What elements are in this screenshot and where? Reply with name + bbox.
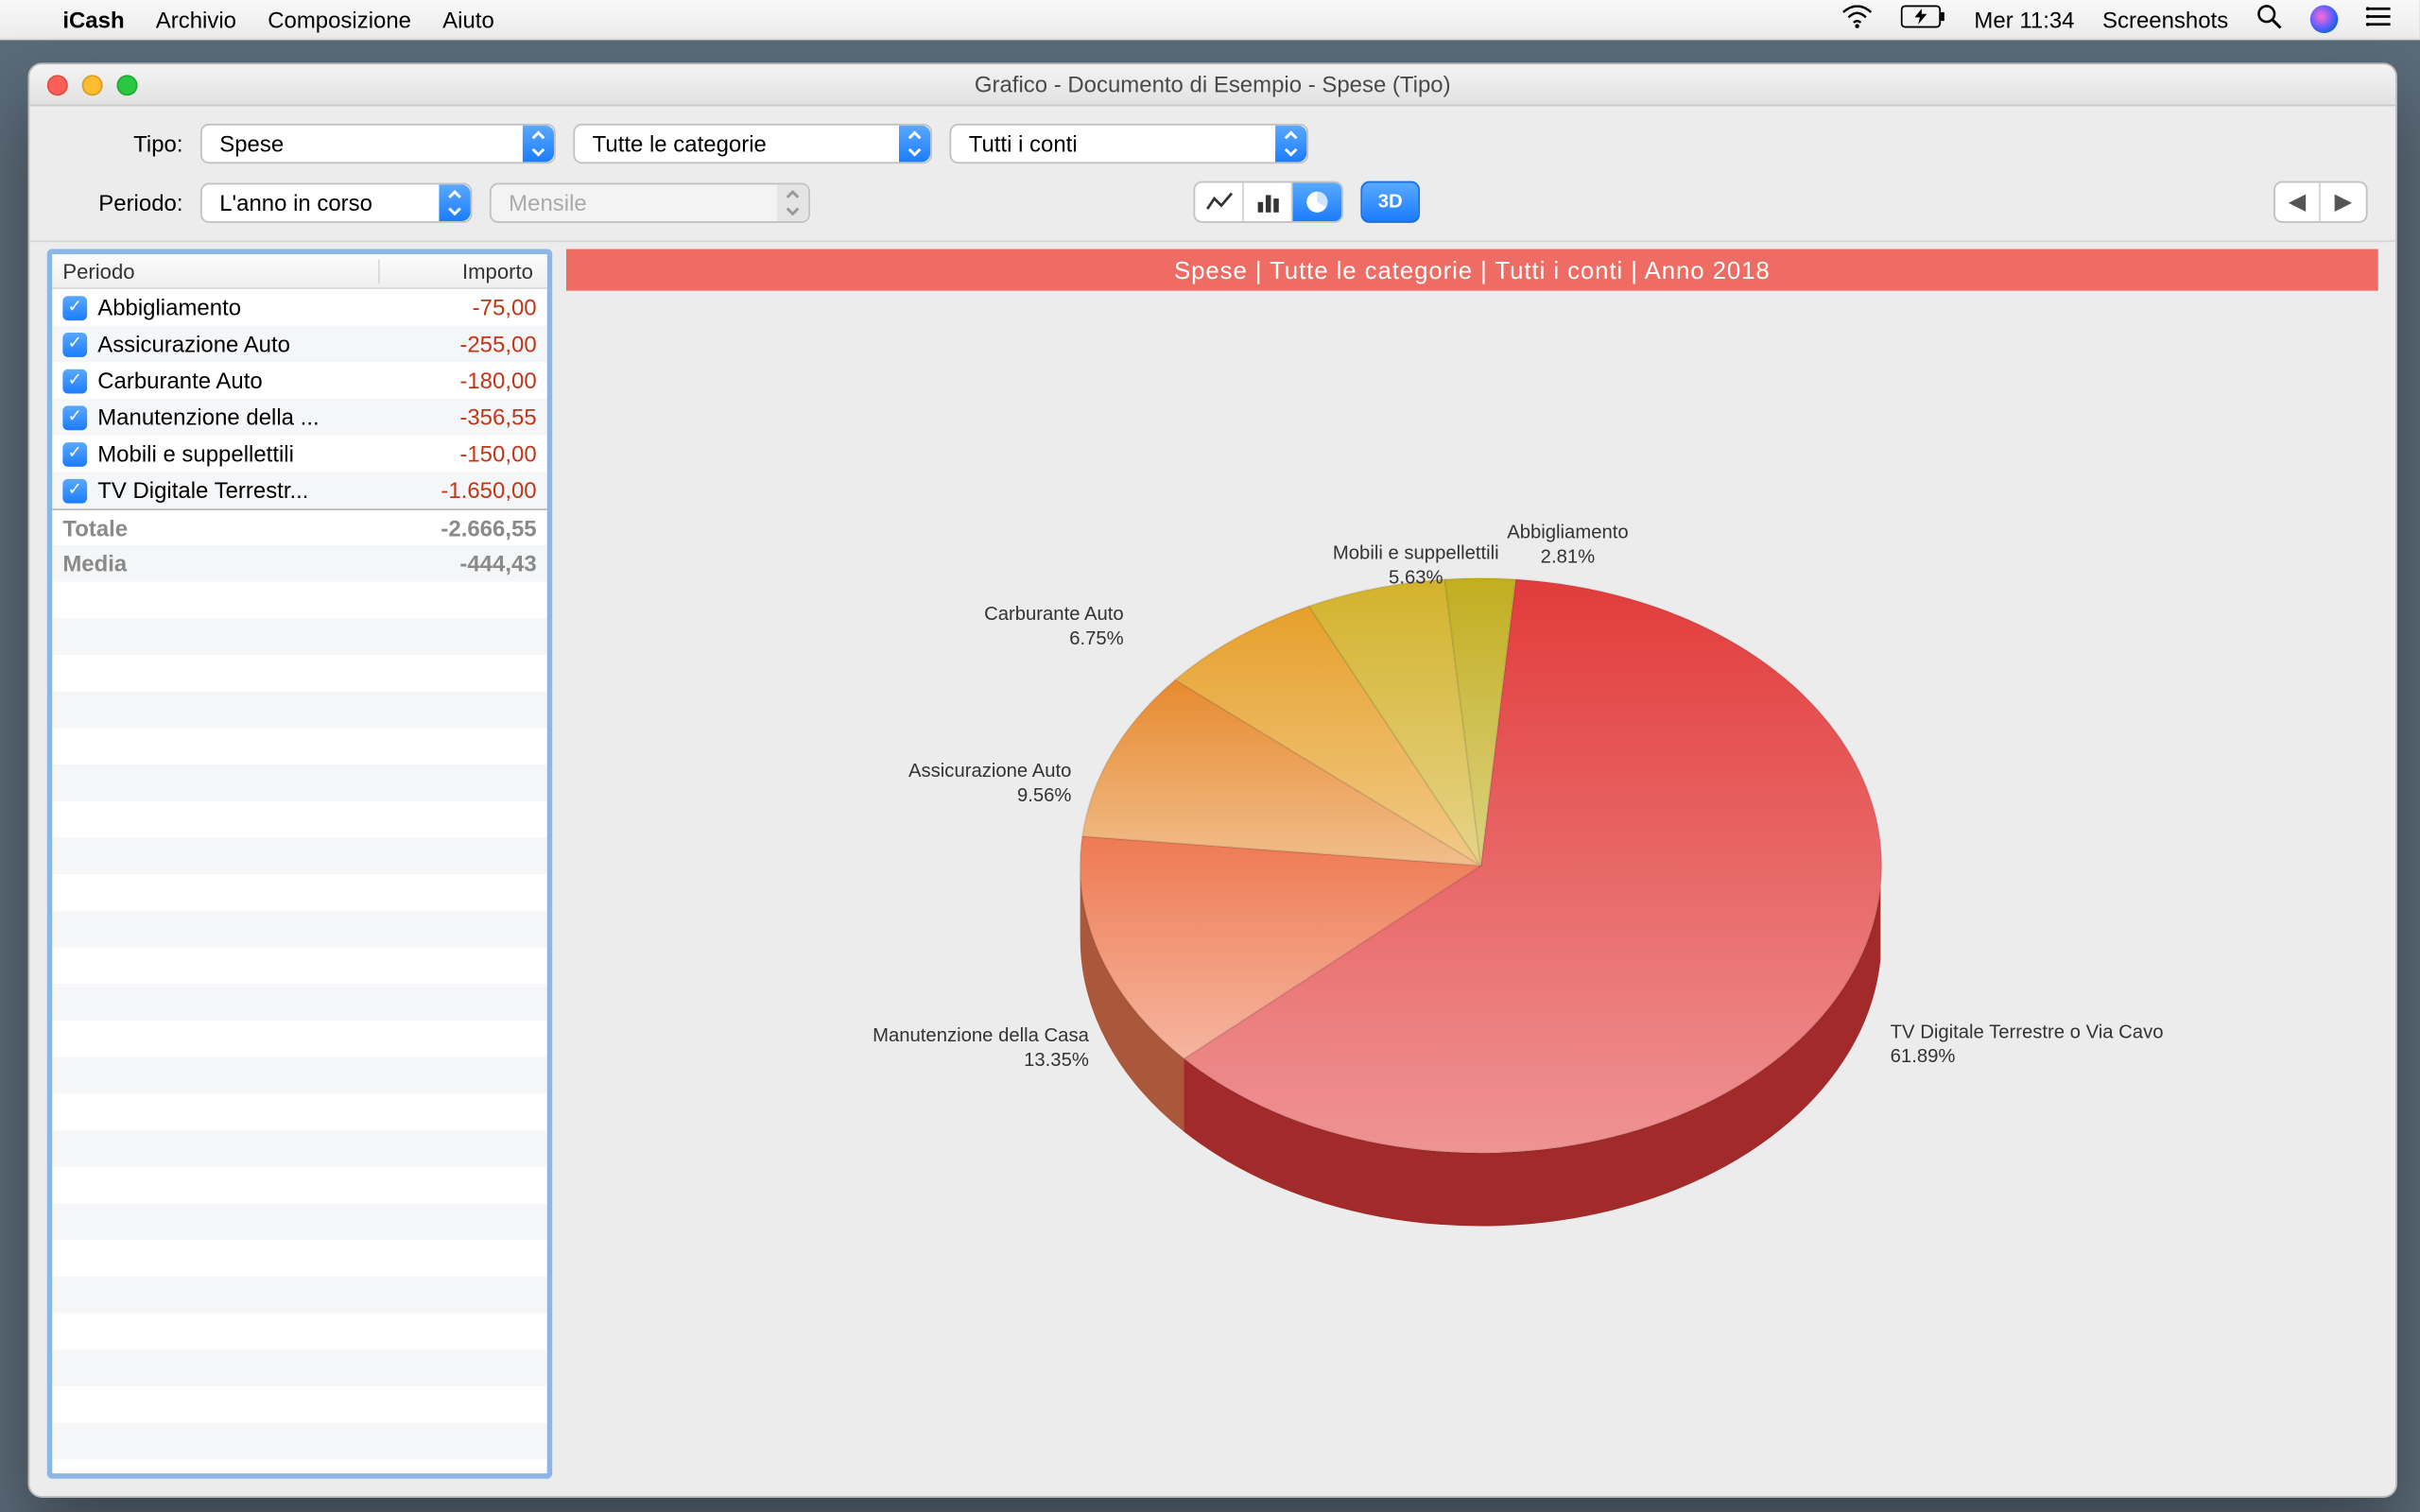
pie-label: Abbigliamento2.81% — [1507, 523, 1628, 571]
menu-archivio[interactable]: Archivio — [156, 6, 236, 32]
col-amount[interactable]: Importo — [380, 259, 547, 284]
toggle-3d-button[interactable]: 3D — [1360, 181, 1420, 223]
row-name: Abbigliamento — [97, 294, 380, 320]
pie-label: Manutenzione della Casa13.35% — [873, 1026, 1089, 1074]
table-row[interactable]: ✓ Abbigliamento-75,00 — [52, 289, 546, 326]
row-name: Mobili e suppellettili — [97, 440, 380, 467]
chart-type-bar[interactable] — [1244, 183, 1293, 222]
table-row[interactable]: ✓ Mobili e suppellettili-150,00 — [52, 436, 546, 472]
menubar-screenshots[interactable]: Screenshots — [2102, 6, 2228, 32]
table-row[interactable]: ✓ Assicurazione Auto-255,00 — [52, 326, 546, 363]
table-mean: Media-444,43 — [52, 545, 546, 582]
period-select-value: L'anno in corso — [219, 189, 372, 215]
notification-center-icon[interactable] — [2366, 6, 2393, 33]
toolbar: Tipo: Spese Tutte le categorie Tutti i c… — [29, 106, 2395, 242]
row-checkbox[interactable]: ✓ — [62, 478, 87, 503]
type-select-value: Spese — [219, 130, 284, 157]
type-label: Tipo: — [58, 130, 183, 157]
row-checkbox[interactable]: ✓ — [62, 369, 87, 393]
category-select[interactable]: Tutte le categorie — [573, 124, 932, 163]
window-titlebar[interactable]: Grafico - Documento di Esempio - Spese (… — [29, 64, 2395, 106]
category-select-value: Tutte le categorie — [593, 130, 767, 157]
interval-select-value: Mensile — [509, 189, 587, 215]
spotlight-icon[interactable] — [2256, 4, 2283, 35]
chevron-updown-icon — [777, 183, 808, 220]
type-select[interactable]: Spese — [200, 124, 556, 163]
data-table: Periodo Importo ✓ Abbigliamento-75,00 ✓ Ass… — [47, 249, 552, 1479]
account-select-value: Tutti i conti — [969, 130, 1078, 157]
row-amount: -255,00 — [380, 331, 537, 357]
nav-next-button[interactable]: ▶ — [2321, 183, 2366, 222]
row-checkbox[interactable]: ✓ — [62, 404, 87, 429]
menu-composizione[interactable]: Composizione — [268, 6, 411, 32]
chart-title: Spese | Tutte le categorie | Tutti i con… — [566, 249, 2378, 291]
row-name: TV Digitale Terrestr... — [97, 477, 380, 504]
chart-type-pie[interactable] — [1293, 183, 1342, 222]
pie-label: Carburante Auto6.75% — [984, 605, 1124, 653]
battery-icon[interactable] — [1901, 6, 1946, 33]
row-name: Carburante Auto — [97, 368, 380, 394]
row-name: Manutenzione della ... — [97, 404, 380, 431]
window-title: Grafico - Documento di Esempio - Spese (… — [29, 72, 2395, 98]
table-row[interactable]: ✓ Carburante Auto-180,00 — [52, 362, 546, 399]
table-row[interactable]: ✓ Manutenzione della ...-356,55 — [52, 399, 546, 436]
row-amount: -1.650,00 — [380, 477, 537, 504]
table-row[interactable]: ✓ TV Digitale Terrestr...-1.650,00 — [52, 472, 546, 508]
period-select[interactable]: L'anno in corso — [200, 182, 473, 222]
pie-label: TV Digitale Terrestre o Via Cavo61.89% — [1891, 1022, 2164, 1071]
menu-aiuto[interactable]: Aiuto — [442, 6, 494, 32]
menu-app-name[interactable]: iCash — [62, 6, 124, 32]
row-checkbox[interactable]: ✓ — [62, 332, 87, 356]
menubar-clock[interactable]: Mer 11:34 — [1974, 6, 2074, 32]
chart-area: TV Digitale Terrestre o Via Cavo61.89% Ma… — [566, 291, 2378, 1479]
app-window: Grafico - Documento di Esempio - Spese (… — [27, 62, 2396, 1498]
chart-type-segmented — [1193, 181, 1342, 223]
siri-icon[interactable] — [2310, 6, 2338, 33]
account-select[interactable]: Tutti i conti — [949, 124, 1308, 163]
chevron-updown-icon — [439, 183, 470, 220]
row-checkbox[interactable]: ✓ — [62, 441, 87, 466]
interval-select: Mensile — [490, 182, 810, 222]
row-amount: -75,00 — [380, 294, 537, 320]
wifi-icon[interactable] — [1841, 5, 1873, 34]
macos-menubar: iCash Archivio Composizione Aiuto Mer 11… — [0, 0, 2420, 40]
chart-type-line[interactable] — [1195, 183, 1244, 222]
pie-label: Mobili e suppellettili5.63% — [1333, 543, 1499, 592]
nav-prev-button[interactable]: ◀ — [2275, 183, 2321, 222]
row-checkbox[interactable]: ✓ — [62, 295, 87, 319]
col-period[interactable]: Periodo — [52, 259, 379, 284]
table-total: Totale-2.666,55 — [52, 508, 546, 545]
row-amount: -356,55 — [380, 404, 537, 431]
row-name: Assicurazione Auto — [97, 331, 380, 357]
row-amount: -180,00 — [380, 368, 537, 394]
period-label: Periodo: — [58, 189, 183, 215]
period-nav: ◀ ▶ — [2273, 181, 2368, 223]
chart-panel: Spese | Tutte le categorie | Tutti i con… — [566, 249, 2378, 1479]
chevron-updown-icon — [523, 126, 554, 163]
pie-label: Assicurazione Auto9.56% — [908, 761, 1071, 809]
row-amount: -150,00 — [380, 440, 537, 467]
chevron-updown-icon — [899, 126, 930, 163]
chevron-updown-icon — [1275, 126, 1306, 163]
